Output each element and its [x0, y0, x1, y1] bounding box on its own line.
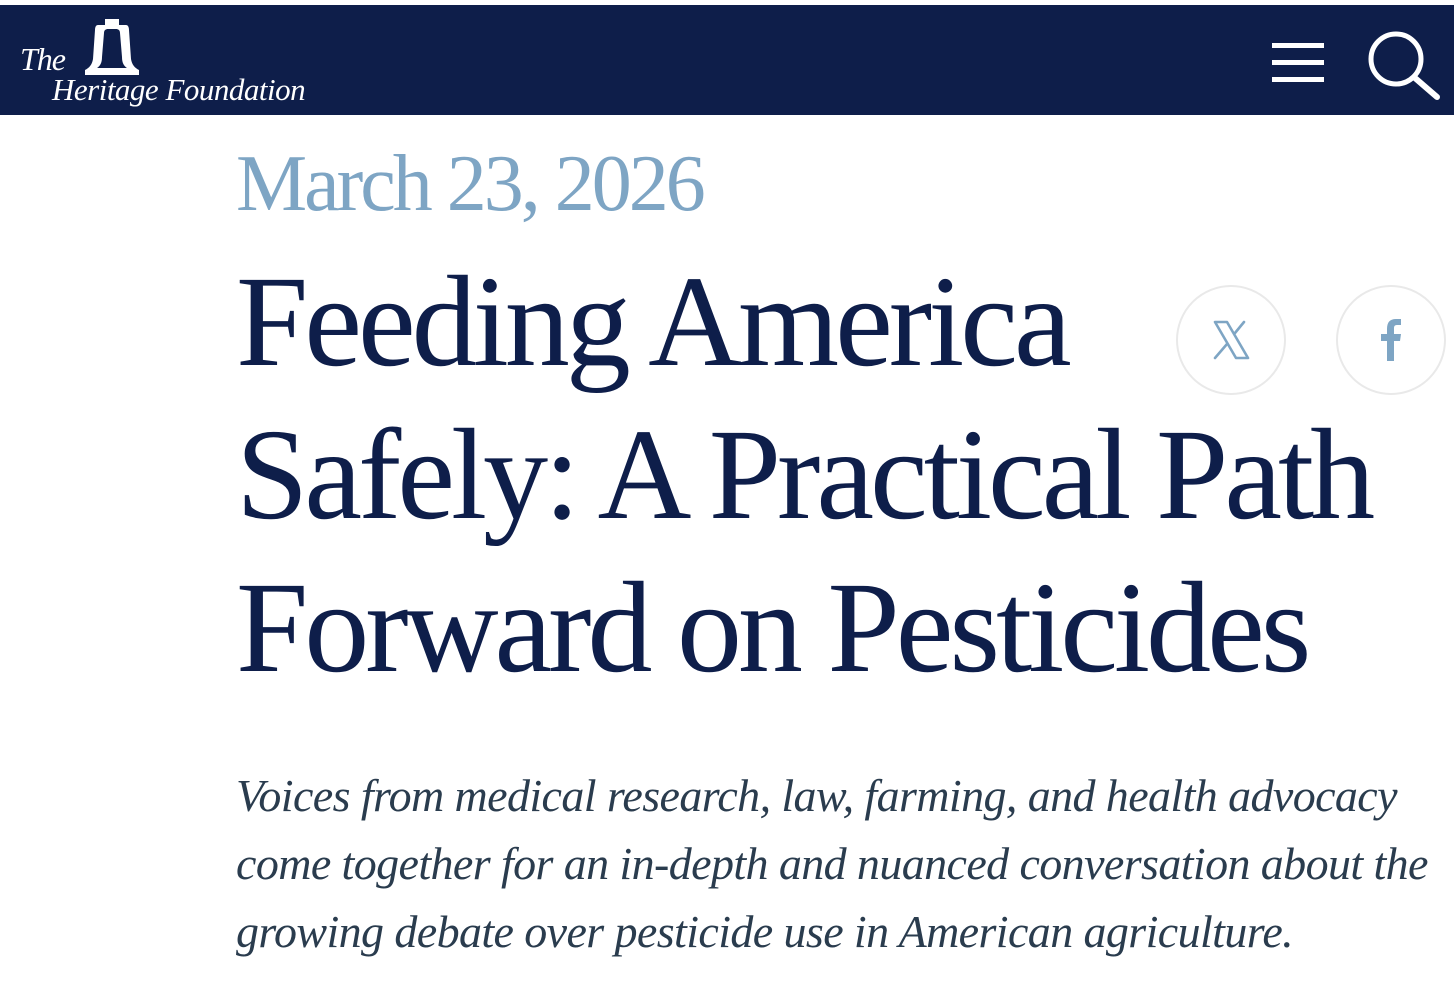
search-icon [1368, 31, 1440, 100]
article-date: March 23, 2026 [236, 140, 706, 228]
site-header: The Heritage Foundation [0, 5, 1454, 115]
x-logo-icon [1213, 320, 1250, 360]
share-x-button[interactable] [1176, 285, 1286, 395]
hamburger-menu-icon [1272, 43, 1324, 82]
share-facebook-button[interactable] [1336, 285, 1446, 395]
menu-button[interactable] [1262, 31, 1334, 93]
facebook-icon [1381, 319, 1401, 361]
article-subtitle: Voices from medical research, law, farmi… [236, 770, 1428, 957]
logo-name-text: Heritage Foundation [52, 72, 306, 107]
search-button[interactable] [1360, 23, 1446, 105]
heritage-foundation-logo[interactable]: The Heritage Foundation [18, 13, 338, 109]
liberty-bell-icon [85, 19, 139, 75]
